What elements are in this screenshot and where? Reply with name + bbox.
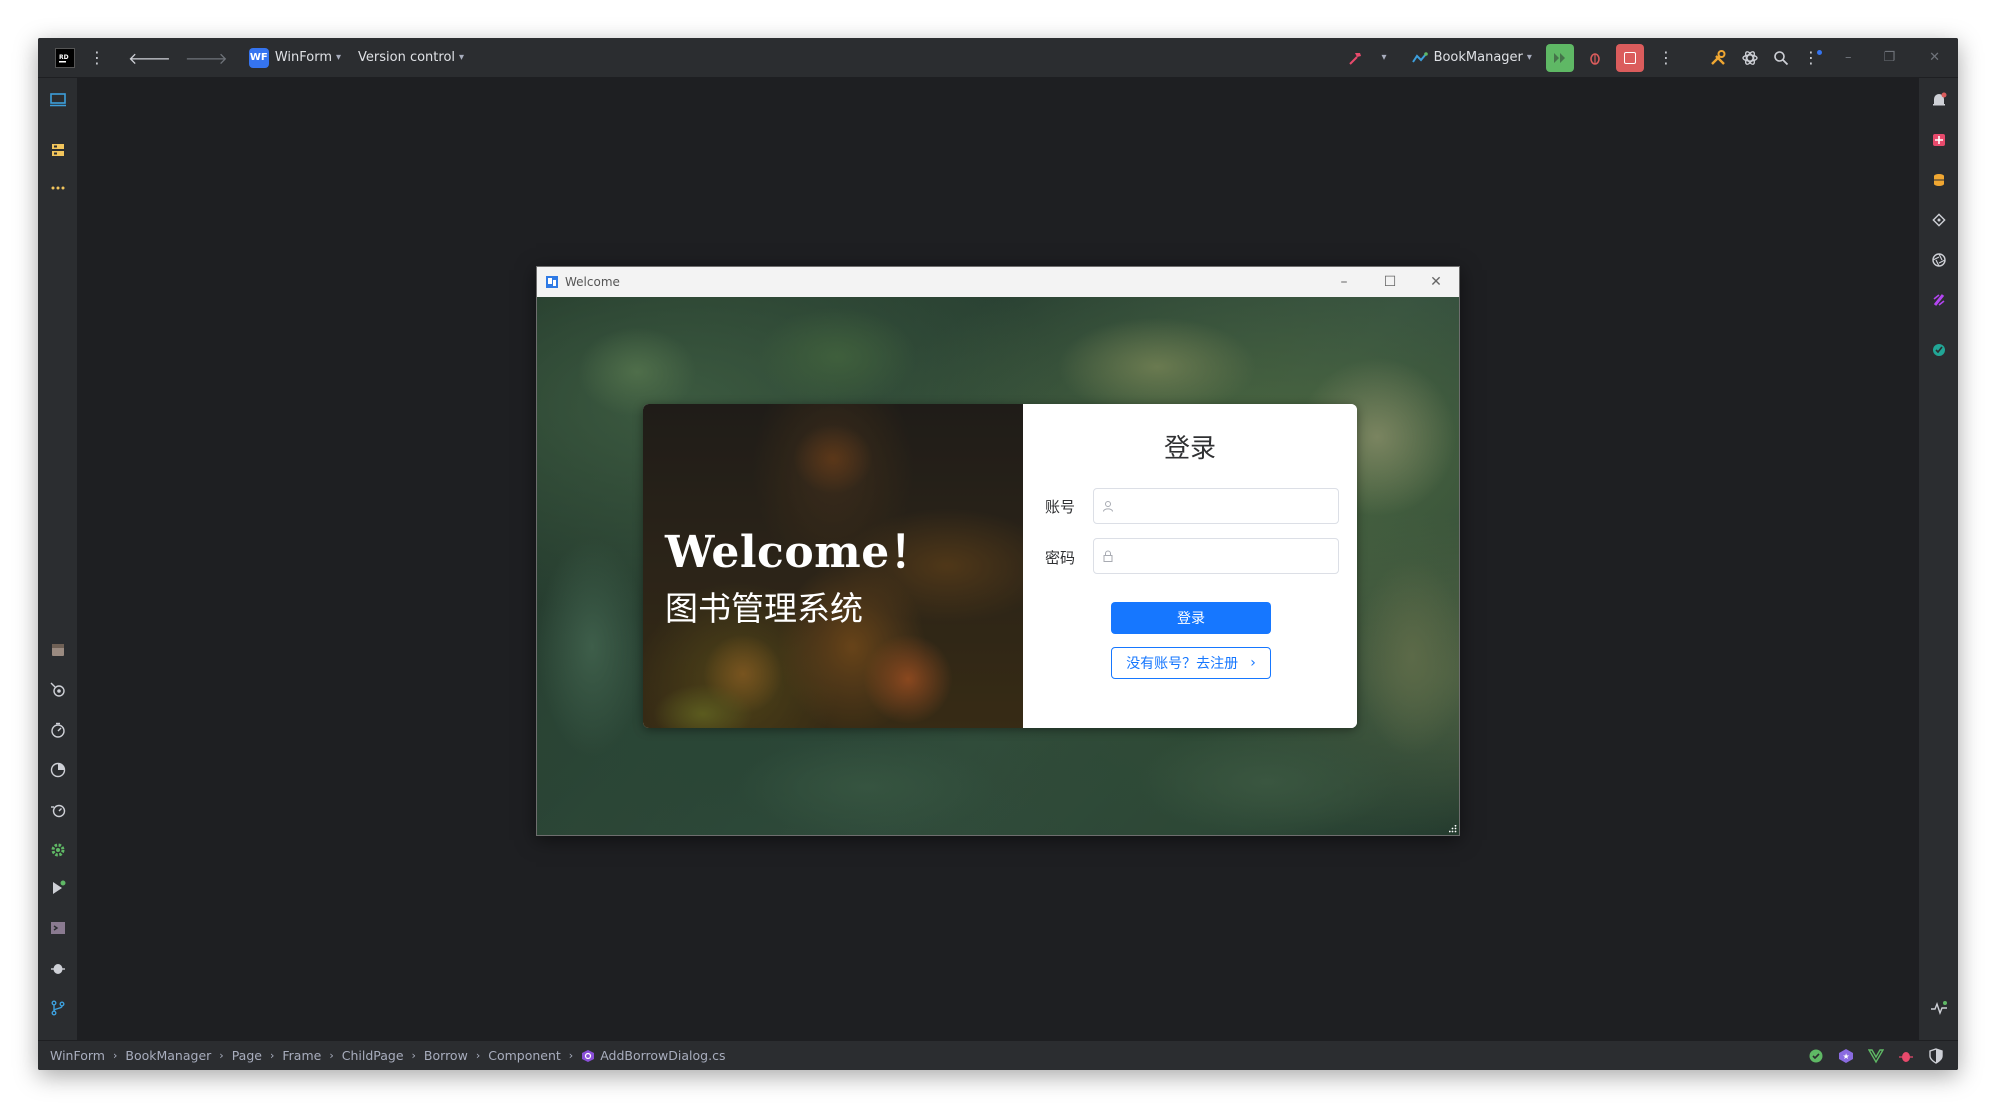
notifications-bell-icon[interactable] [1927, 88, 1951, 112]
stop-button[interactable] [1609, 38, 1651, 77]
account-input[interactable] [1093, 488, 1339, 524]
vcs-label: Version control [358, 50, 456, 65]
app-window-icon [546, 276, 558, 288]
welcome-window: Welcome – ☐ ✕ Welcome！ 图书管理系统 登录 账号 密码 登… [536, 266, 1460, 836]
more-tools-icon[interactable] [46, 176, 70, 200]
user-icon [1103, 501, 1113, 512]
terminal-icon[interactable] [46, 916, 70, 940]
account-label: 账号 [1045, 498, 1076, 516]
close-icon[interactable]: ✕ [1413, 267, 1459, 297]
lock-icon [1103, 550, 1113, 562]
svg-text:★: ★ [1843, 1052, 1850, 1061]
check-ok-icon[interactable] [1808, 1048, 1824, 1064]
git-branch-icon[interactable] [46, 996, 70, 1020]
welcome-heading: Welcome！ [665, 527, 935, 578]
breadcrumb-item[interactable]: WinForm [50, 1048, 105, 1063]
chevron-down-icon: ▾ [335, 52, 342, 63]
resharper-icon[interactable]: ★ [1838, 1048, 1854, 1064]
run-config-name: BookManager [1433, 50, 1523, 65]
build-options-chevron-icon[interactable]: ▾ [1371, 38, 1394, 77]
timeline-icon[interactable] [46, 798, 70, 822]
account-field[interactable] [1120, 498, 1338, 514]
vcs-widget[interactable]: Version control ▾ [348, 38, 471, 77]
run-button[interactable] [1539, 38, 1581, 77]
right-tool-strip [1918, 78, 1958, 1040]
bug-icon[interactable] [1898, 1048, 1914, 1064]
tools-icon[interactable] [1681, 38, 1734, 77]
copilot-icon[interactable] [1927, 338, 1951, 362]
run-config-icon [1411, 51, 1428, 63]
status-bar: WinForm › BookManager › Page › Frame › Child… [38, 1040, 1958, 1070]
hot-reload-icon[interactable] [1927, 288, 1951, 312]
main-menu-icon[interactable]: ⋮ [82, 38, 112, 77]
window-title: Welcome [565, 275, 620, 289]
back-arrow-icon[interactable]: 🡐 [112, 38, 178, 77]
password-input[interactable] [1093, 538, 1339, 574]
project-switcher[interactable]: WF WinForm ▾ [235, 38, 348, 77]
project-badge: WF [248, 47, 269, 68]
chevron-down-icon: ▾ [459, 52, 465, 63]
minimize-icon[interactable]: – [1829, 38, 1868, 77]
register-button[interactable]: 没有账号？去注册 › [1111, 647, 1271, 679]
password-field[interactable] [1120, 548, 1338, 564]
breadcrumb-item[interactable]: Frame [282, 1048, 321, 1063]
stop-square-icon [1623, 51, 1636, 64]
left-tool-strip [38, 78, 78, 1040]
close-icon[interactable]: ✕ [1911, 38, 1958, 77]
breadcrumb-item[interactable]: Borrow [424, 1048, 468, 1063]
password-label: 密码 [1045, 549, 1076, 567]
coverage-icon[interactable] [46, 758, 70, 782]
run-play-icon [1553, 52, 1565, 63]
breadcrumb-item[interactable]: Component [488, 1048, 561, 1063]
breadcrumb-item[interactable]: Page [232, 1048, 262, 1063]
search-icon[interactable] [1766, 38, 1796, 77]
login-card: Welcome！ 图书管理系统 登录 账号 密码 登录 没有账号？去注册 › [643, 404, 1357, 728]
build-hammer-icon[interactable] [1341, 38, 1371, 77]
profiler-icon[interactable] [46, 718, 70, 742]
restore-icon[interactable]: ❐ [1867, 38, 1911, 77]
resize-grip-icon[interactable] [1449, 825, 1457, 833]
more-actions-icon[interactable]: ⋮ [1651, 38, 1681, 77]
login-button[interactable]: 登录 [1111, 602, 1271, 634]
chevron-down-icon: ▾ [1526, 52, 1532, 63]
chevron-right-icon: › [1250, 655, 1256, 671]
welcome-titlebar[interactable]: Welcome – ☐ ✕ [537, 267, 1459, 297]
minimize-icon[interactable]: – [1321, 267, 1367, 297]
system-name: 图书管理系统 [665, 589, 863, 628]
services-icon[interactable] [46, 678, 70, 702]
structure-icon[interactable] [46, 138, 70, 162]
database-icon[interactable] [46, 638, 70, 662]
shield-icon[interactable] [1928, 1047, 1944, 1064]
settings-updates-icon[interactable]: ⋮ [1796, 38, 1829, 77]
explorer-monitor-icon[interactable] [46, 88, 70, 112]
gear-icon[interactable] [46, 838, 70, 862]
breadcrumb-item[interactable]: ChildPage [342, 1048, 404, 1063]
run-tool-icon[interactable] [46, 876, 70, 900]
maximize-icon[interactable]: ☐ [1367, 267, 1413, 297]
run-config-selector[interactable]: BookManager ▾ [1394, 38, 1539, 77]
login-title: 登录 [1163, 434, 1216, 464]
problems-icon[interactable] [46, 956, 70, 980]
ide-titlebar: RD ⋮ 🡐 🡒 WF WinForm ▾ Version control ▾ … [38, 38, 1958, 78]
forest-background-image: Welcome！ 图书管理系统 登录 账号 密码 登录 没有账号？去注册 › [537, 297, 1459, 835]
ai-assistant-icon[interactable] [1734, 38, 1766, 77]
app-logo-icon[interactable]: RD [48, 38, 82, 77]
structure-diamond-icon[interactable] [1927, 208, 1951, 232]
breadcrumb-item[interactable]: BookManager [125, 1048, 211, 1063]
vue-icon[interactable] [1868, 1048, 1884, 1064]
login-form: 登录 账号 密码 登录 没有账号？去注册 › [1023, 404, 1357, 728]
autumn-forest-image: Welcome！ 图书管理系统 [643, 404, 1023, 728]
project-name: WinForm [274, 50, 332, 65]
register-label: 没有账号？去注册 [1126, 656, 1239, 672]
breadcrumb: WinForm › BookManager › Page › Frame › Child… [50, 1048, 726, 1063]
svg-text:RD: RD [59, 54, 69, 61]
plugin-red-icon[interactable] [1927, 128, 1951, 152]
debug-bug-icon[interactable] [1581, 38, 1609, 77]
breadcrumb-item[interactable]: AddBorrowDialog.cs [600, 1048, 725, 1063]
forward-arrow-icon[interactable]: 🡒 [178, 38, 235, 77]
activity-pulse-icon[interactable] [1927, 996, 1951, 1020]
csharp-file-icon [582, 1049, 595, 1062]
database-stack-icon[interactable] [1927, 168, 1951, 192]
aperture-icon[interactable] [1927, 248, 1951, 272]
